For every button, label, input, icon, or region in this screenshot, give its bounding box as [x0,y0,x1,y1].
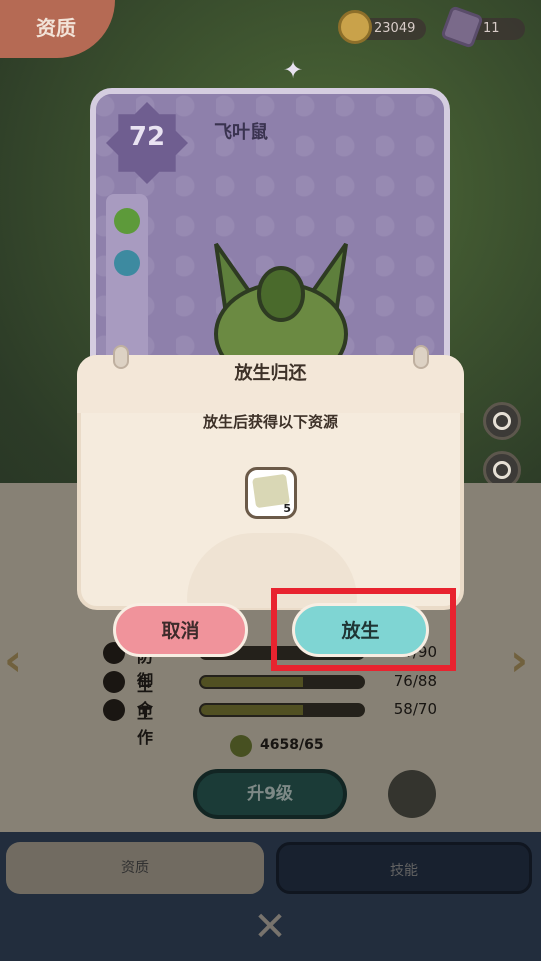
search-icon [493,461,511,479]
lock-icon [493,412,511,430]
reward-quantity: 5 [283,502,291,515]
gold-value: 23049 [374,21,416,36]
lock-button[interactable] [483,402,521,440]
reward-item[interactable]: 5 [245,467,297,519]
pet-card: 72 飞叶鼠 [90,88,450,388]
cancel-button[interactable]: 取消 [113,603,248,657]
dialog-subtitle: 放生后获得以下资源 [202,413,338,431]
gold-counter: 23049 [338,10,426,44]
sparkle-icon: ✦ [283,56,304,84]
highlight-box [271,588,456,671]
release-dialog: 放生归还 放生后获得以下资源 5 [77,345,464,610]
leaf-icon [114,208,140,234]
gold-coin-icon [338,10,372,44]
qualification-tab-label: 资质 [36,16,76,40]
pet-level: 72 [128,122,166,152]
crystal-counter: 11 [440,5,525,49]
dialog-title: 放生归还 [234,363,307,384]
link-icon [114,250,140,276]
crystal-value: 11 [483,21,500,36]
pet-name: 飞叶鼠 [214,122,268,143]
